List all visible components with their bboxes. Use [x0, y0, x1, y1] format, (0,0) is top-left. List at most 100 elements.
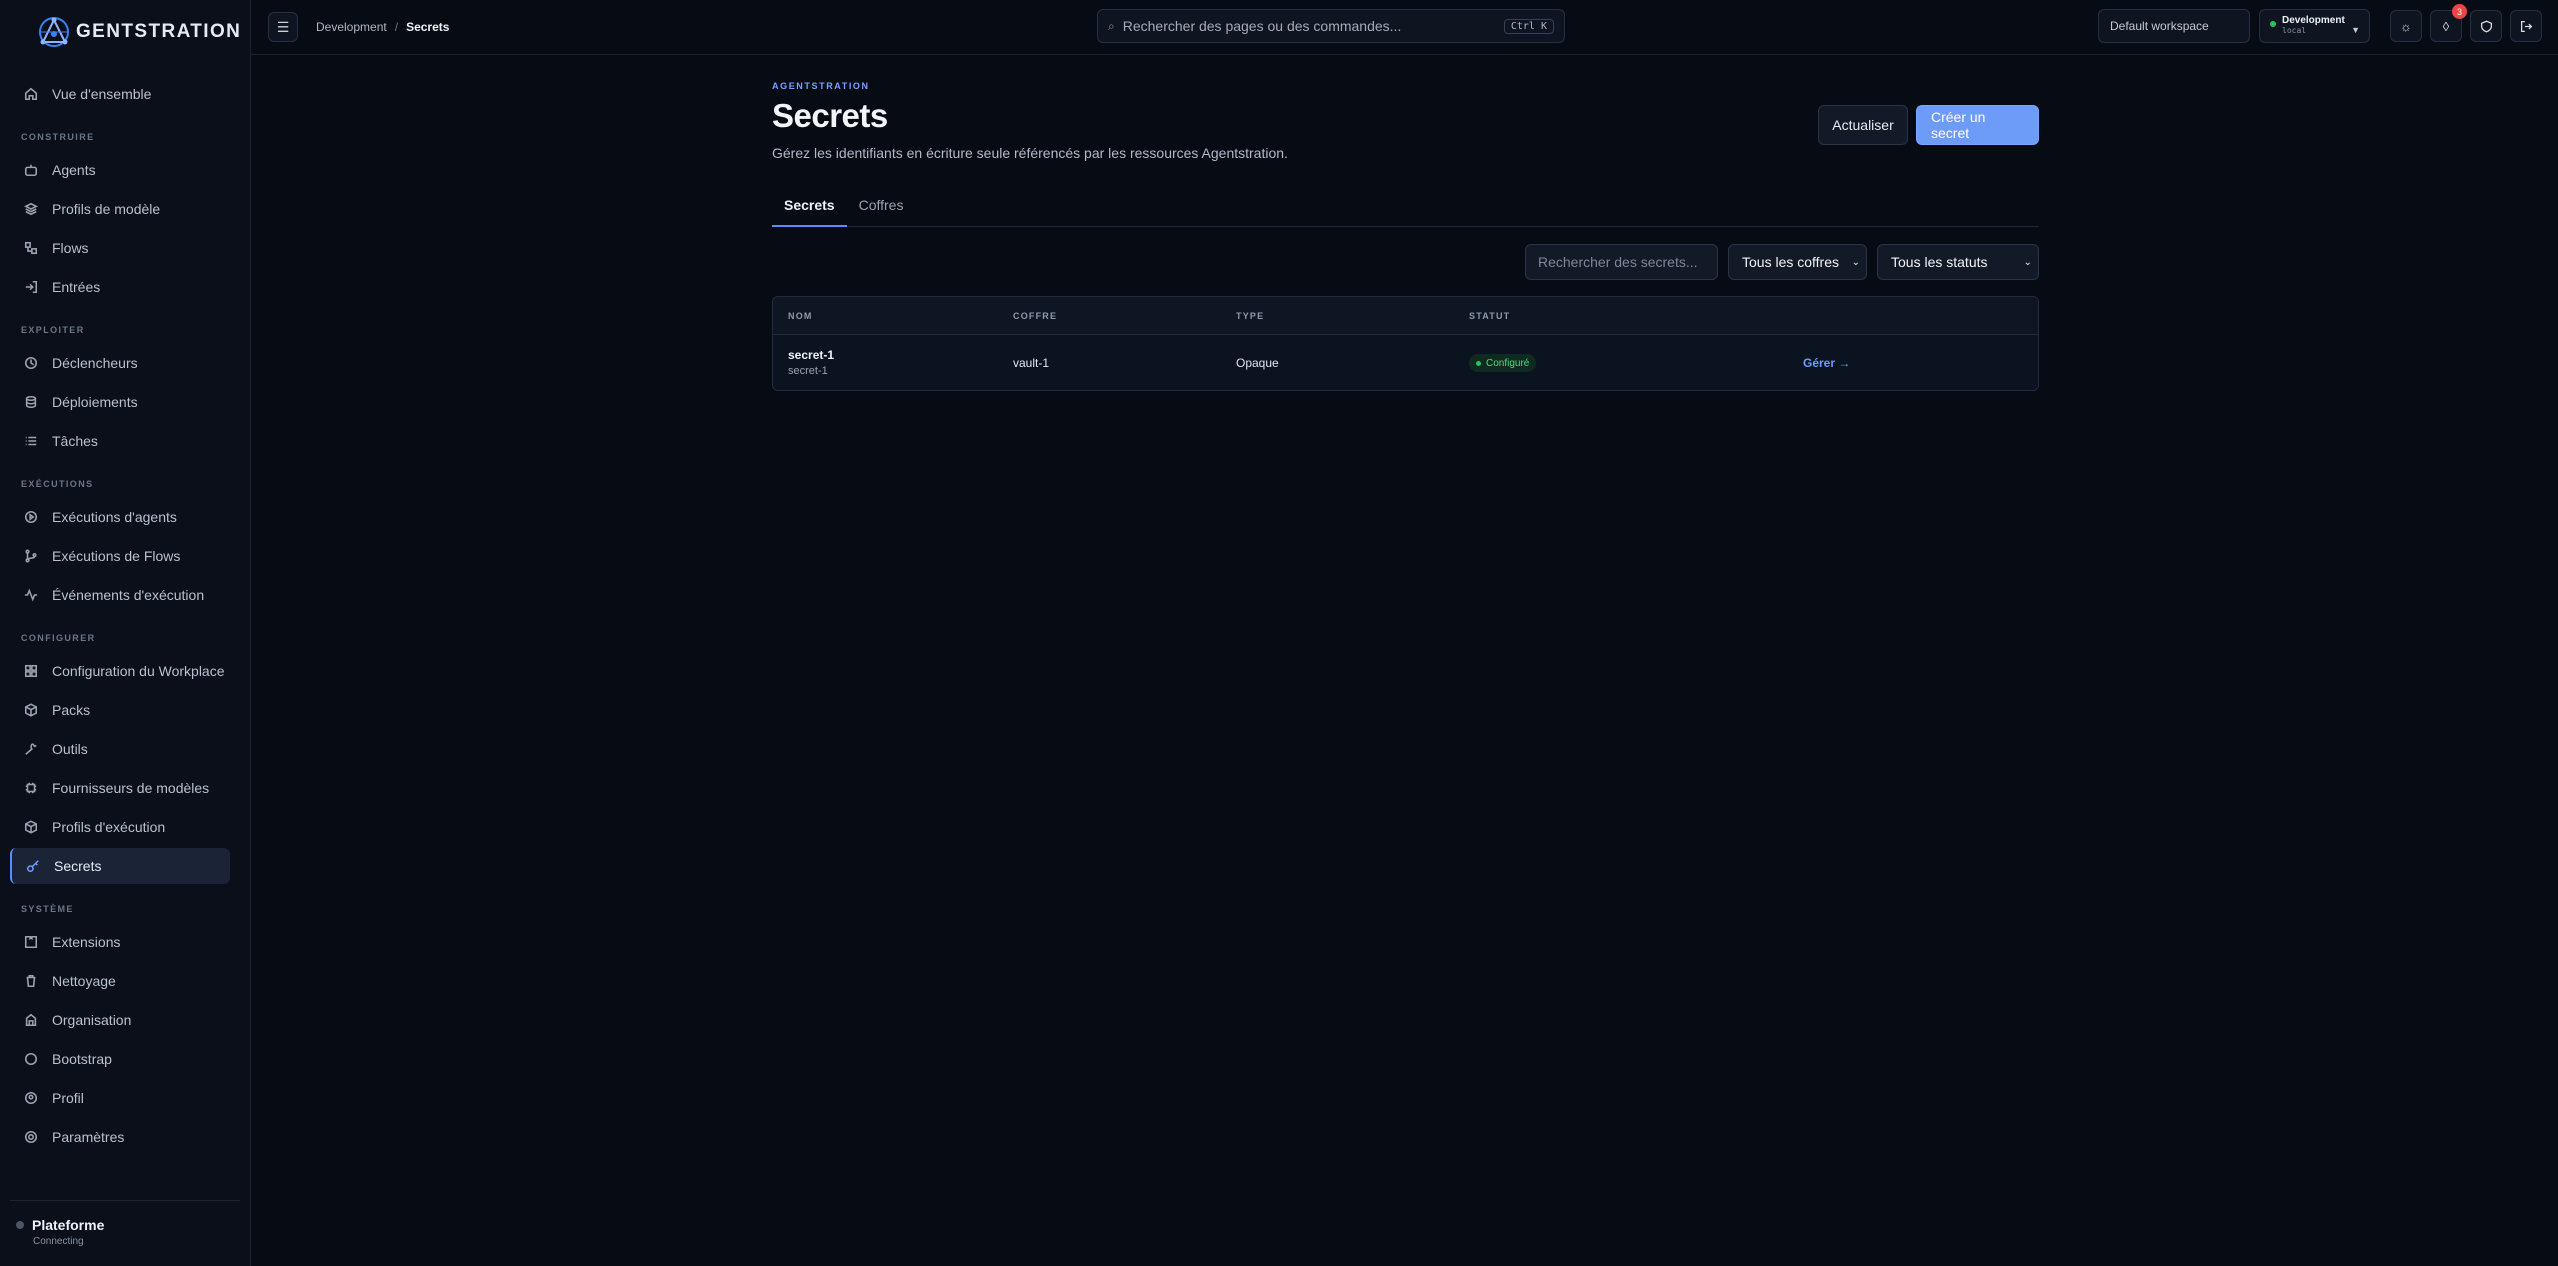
- topbar: ☰ Development / Secrets ⌕ Rechercher des…: [251, 0, 2558, 55]
- shortcut-hint: Ctrl K: [1503, 18, 1554, 34]
- log-in-icon: [25, 280, 38, 294]
- breadcrumb-current: Secrets: [406, 20, 450, 34]
- sidebar-item-agent-runs[interactable]: Exécutions d'agents: [10, 499, 230, 535]
- vault-filter-value: Tous les coffres: [1742, 254, 1840, 270]
- sidebar-item-label: Bootstrap: [52, 1051, 112, 1067]
- notifications-button[interactable]: ◊ 3: [2430, 4, 2467, 42]
- diamond-icon: ◊: [2442, 18, 2450, 34]
- breadcrumb-separator: /: [394, 20, 399, 34]
- create-secret-button[interactable]: Créer un secret: [1916, 105, 2039, 145]
- sidebar-item-extensions[interactable]: Extensions: [10, 924, 230, 960]
- puzzle-icon: [24, 935, 38, 949]
- sidebar-item-agents[interactable]: Agents: [10, 152, 230, 188]
- hamburger-icon: ☰: [276, 18, 290, 35]
- brand-logo-icon: [39, 17, 69, 47]
- sidebar-item-organization[interactable]: Organisation: [10, 1002, 230, 1038]
- environment-select[interactable]: Development local ▼: [2259, 9, 2370, 43]
- sidebar-item-run-events[interactable]: Événements d'exécution: [10, 577, 230, 613]
- sidebar-item-model-providers[interactable]: Fournisseurs de modèles: [10, 770, 230, 806]
- sidebar-item-triggers[interactable]: Déclencheurs: [10, 345, 230, 381]
- platform-title: Plateforme: [32, 1217, 105, 1233]
- cell-status: Configuré: [1469, 353, 1803, 373]
- tab-vaults[interactable]: Coffres: [847, 197, 916, 227]
- platform-status[interactable]: Plateforme Connecting: [10, 1200, 240, 1266]
- vault-filter-select[interactable]: Tous les coffres ⌄: [1728, 244, 1867, 280]
- sidebar-item-flow-runs[interactable]: Exécutions de Flows: [10, 538, 230, 574]
- sidebar-item-label: Tâches: [52, 433, 98, 449]
- cpu-icon: [25, 782, 37, 794]
- sidebar-item-model-profiles[interactable]: Profils de modèle: [10, 191, 230, 227]
- sidebar-nav: Vue d'ensemble CONSTRUIRE Agents Profils…: [0, 64, 250, 1155]
- sidebar-item-tools[interactable]: Outils: [10, 731, 230, 767]
- activity-icon: [24, 588, 38, 602]
- sidebar-item-label: Vue d'ensemble: [52, 86, 152, 102]
- sidebar-item-label: Profils de modèle: [52, 201, 161, 217]
- sidebar-item-settings[interactable]: Paramètres: [10, 1119, 230, 1155]
- logout-button[interactable]: [2510, 10, 2542, 42]
- sidebar-item-secrets[interactable]: Secrets: [10, 848, 230, 884]
- sidebar-item-profile[interactable]: Profil: [10, 1080, 230, 1116]
- sidebar-item-cleanup[interactable]: Nettoyage: [10, 963, 230, 999]
- refresh-button[interactable]: Actualiser: [1818, 105, 1908, 145]
- manage-link[interactable]: Gérer →: [1803, 356, 1850, 370]
- workflow-icon: [24, 241, 38, 255]
- main-area: ☰ Development / Secrets ⌕ Rechercher des…: [251, 0, 2558, 1266]
- command-search-input[interactable]: ⌕ Rechercher des pages ou des commandes.…: [1097, 9, 1565, 43]
- sidebar-item-execution-profiles[interactable]: Profils d'exécution: [10, 809, 230, 845]
- sidebar-item-label: Paramètres: [52, 1129, 125, 1145]
- sidebar-item-label: Fournisseurs de modèles: [52, 780, 210, 796]
- sidebar-item-label: Nettoyage: [52, 973, 116, 989]
- filters-bar: Rechercher des secrets... Tous les coffr…: [772, 244, 2039, 280]
- sidebar-item-label: Déploiements: [52, 394, 138, 410]
- workspace-select[interactable]: Default workspace: [2098, 9, 2250, 43]
- breadcrumb-parent[interactable]: Development: [316, 20, 387, 34]
- secret-search-input[interactable]: Rechercher des secrets...: [1525, 244, 1718, 280]
- sidebar-item-label: Exécutions d'agents: [52, 509, 177, 525]
- menu-toggle-button[interactable]: ☰: [268, 12, 298, 42]
- status-filter-select[interactable]: Tous les statuts ⌄: [1877, 244, 2039, 280]
- sidebar-item-workplace-config[interactable]: Configuration du Workplace: [10, 653, 230, 689]
- sidebar-item-label: Agents: [52, 162, 96, 178]
- theme-toggle-button[interactable]: ☼: [2390, 10, 2422, 42]
- sidebar-item-label: Profils d'exécution: [52, 819, 166, 835]
- shield-icon: [2480, 20, 2492, 32]
- nav-section-build: CONSTRUIRE: [21, 132, 95, 142]
- tab-secrets[interactable]: Secrets: [772, 197, 847, 227]
- column-header-vault: COFFRE: [1013, 310, 1058, 321]
- key-icon: [26, 860, 39, 873]
- nav-section-system: SYSTÈME: [21, 904, 74, 914]
- trash-icon: [26, 974, 36, 988]
- sidebar-item-label: Profil: [52, 1090, 84, 1106]
- grid-icon: [24, 664, 38, 678]
- status-dot: [16, 1221, 24, 1229]
- sidebar-item-deployments[interactable]: Déploiements: [10, 384, 230, 420]
- sidebar-item-tasks[interactable]: Tâches: [10, 423, 230, 459]
- security-button[interactable]: [2470, 10, 2502, 42]
- sidebar-item-label: Secrets: [54, 858, 102, 874]
- building-icon: [25, 1013, 37, 1027]
- home-icon: [24, 87, 38, 101]
- environment-status-dot: [2270, 21, 2276, 27]
- sidebar-item-label: Exécutions de Flows: [52, 548, 181, 564]
- sidebar: GENTSTRATION Vue d'ensemble CONSTRUIRE A…: [0, 0, 251, 1266]
- bot-icon: [24, 164, 38, 177]
- breadcrumb: Development / Secrets: [316, 20, 449, 34]
- page-content: AGENTSTRATION Secrets Gérez les identifi…: [772, 55, 2039, 391]
- clock-icon: [24, 356, 38, 370]
- layers-icon: [24, 202, 38, 216]
- sidebar-item-label: Extensions: [52, 934, 121, 950]
- status-filter-value: Tous les statuts: [1891, 254, 1988, 270]
- sidebar-item-overview[interactable]: Vue d'ensemble: [10, 76, 230, 112]
- table-row[interactable]: secret-1 secret-1 vault-1 Opaque Configu…: [773, 335, 2038, 390]
- logout-icon: [2520, 20, 2532, 32]
- sidebar-item-packs[interactable]: Packs: [10, 692, 230, 728]
- sidebar-item-flows[interactable]: Flows: [10, 230, 230, 266]
- page-actions: Actualiser Créer un secret: [1818, 105, 2039, 145]
- sidebar-item-inputs[interactable]: Entrées: [10, 269, 230, 305]
- brand[interactable]: GENTSTRATION: [0, 0, 250, 64]
- sidebar-item-bootstrap[interactable]: Bootstrap: [10, 1041, 230, 1077]
- cell-type: Opaque: [1236, 355, 1279, 370]
- user-circle-icon: [24, 1091, 38, 1105]
- circle-icon: [24, 1052, 38, 1066]
- page-description: Gérez les identifiants en écriture seule…: [772, 145, 1288, 161]
